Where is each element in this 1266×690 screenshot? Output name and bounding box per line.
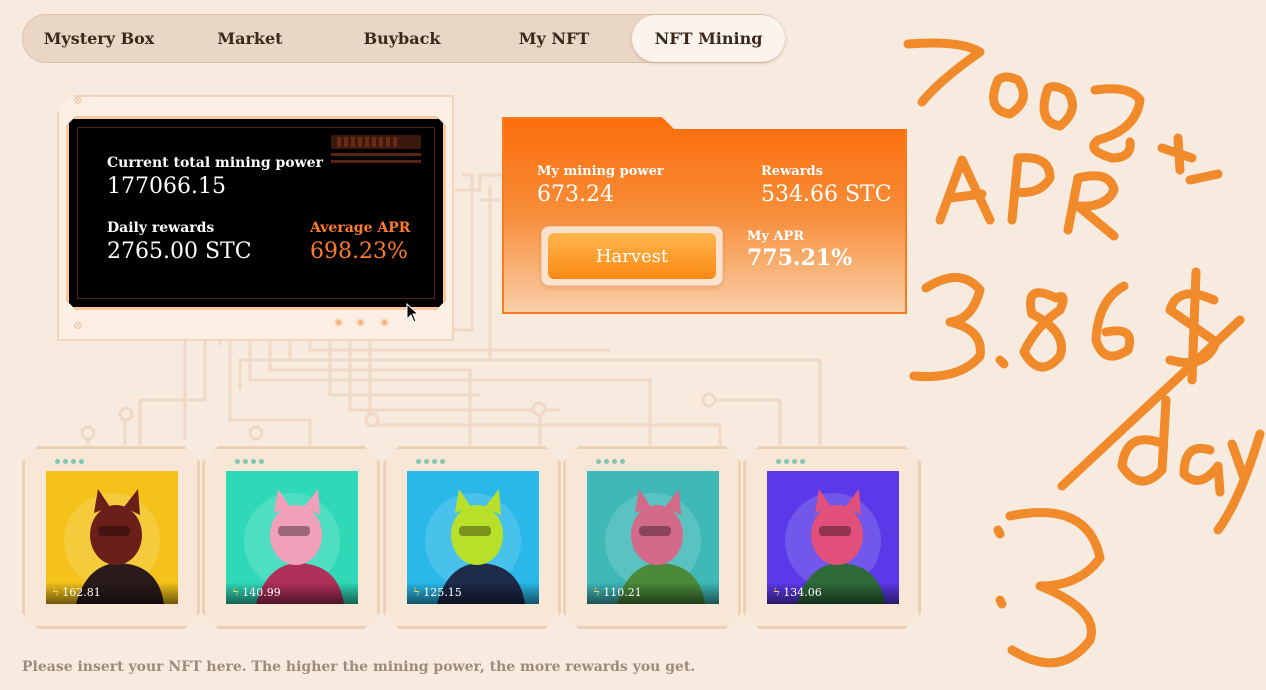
nft-card[interactable]: ϟ 110.21 [563, 446, 741, 629]
bolt-icon: ϟ [413, 586, 421, 599]
insert-nft-hint: Please insert your NFT here. The higher … [22, 659, 696, 675]
daily-rewards-label: Daily rewards [107, 220, 215, 236]
daily-rewards-value: 2765.00 STC [107, 239, 252, 264]
rewards-label: Rewards [761, 164, 823, 179]
signal-bars-icon [331, 135, 421, 167]
chevron-down-icon: ⊗ [73, 318, 84, 332]
mouse-cursor-icon [406, 303, 420, 323]
harvest-button-label: Harvest [548, 233, 716, 279]
nft-image: ϟ 110.21 [587, 471, 719, 604]
bolt-icon: ϟ [773, 586, 781, 599]
avg-apr-value: 698.23% [310, 239, 408, 264]
handwritten-annotation [903, 38, 1265, 668]
harvest-button[interactable]: Harvest [541, 226, 723, 286]
card-status-dots [235, 459, 264, 464]
nft-power-bar: ϟ 134.06 [767, 582, 899, 604]
nft-image: ϟ 134.06 [767, 471, 899, 604]
nft-power-bar: ϟ 162.81 [46, 582, 178, 604]
indicator-dot [356, 318, 365, 327]
nft-card[interactable]: ϟ 162.81 [22, 446, 200, 629]
bolt-icon: ϟ [232, 586, 240, 599]
rewards-value: 534.66 STC [761, 182, 892, 207]
nft-image: ϟ 162.81 [46, 471, 178, 604]
nft-card[interactable]: ϟ 134.06 [743, 446, 921, 629]
card-status-dots [55, 459, 84, 464]
nft-card[interactable]: ϟ 125.15 [383, 446, 561, 629]
nft-power-value: 134.06 [783, 586, 822, 599]
bolt-icon: ϟ [593, 586, 601, 599]
nft-power-bar: ϟ 125.15 [407, 582, 539, 604]
nft-card[interactable]: ϟ 140.99 [202, 446, 380, 629]
my-power-label: My mining power [537, 164, 664, 179]
indicator-dot [380, 318, 389, 327]
nft-power-value: 125.15 [423, 586, 462, 599]
nft-power-value: 140.99 [242, 586, 281, 599]
nft-power-bar: ϟ 110.21 [587, 582, 719, 604]
bolt-icon: ϟ [52, 586, 60, 599]
my-apr-value: 775.21% [747, 245, 853, 271]
nft-image: ϟ 125.15 [407, 471, 539, 604]
indicator-dot [334, 318, 343, 327]
my-power-value: 673.24 [537, 182, 614, 207]
card-status-dots [596, 459, 625, 464]
nft-image: ϟ 140.99 [226, 471, 358, 604]
card-status-dots [776, 459, 805, 464]
card-status-dots [416, 459, 445, 464]
nft-power-bar: ϟ 140.99 [226, 582, 358, 604]
close-icon: ⊗ [73, 93, 84, 107]
avg-apr-label: Average APR [310, 220, 411, 236]
nft-power-value: 110.21 [603, 586, 642, 599]
pool-stats-screen: Current total mining power 177066.15 Dai… [66, 116, 446, 310]
nft-power-value: 162.81 [62, 586, 101, 599]
my-apr-label: My APR [747, 229, 805, 244]
total-power-value: 177066.15 [107, 174, 226, 199]
total-power-label: Current total mining power [107, 155, 323, 171]
